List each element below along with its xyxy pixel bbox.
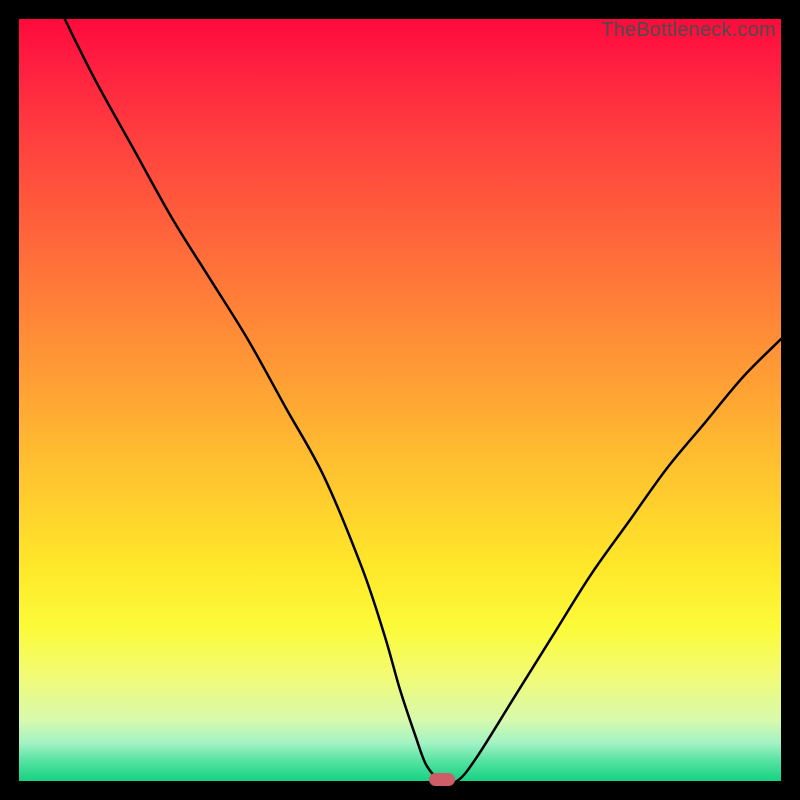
optimal-marker: [429, 773, 455, 786]
chart-frame: TheBottleneck.com: [0, 0, 800, 800]
bottleneck-curve: [19, 19, 781, 781]
curve-path: [65, 19, 781, 781]
plot-area: TheBottleneck.com: [19, 19, 781, 781]
watermark-label: TheBottleneck.com: [601, 19, 776, 42]
